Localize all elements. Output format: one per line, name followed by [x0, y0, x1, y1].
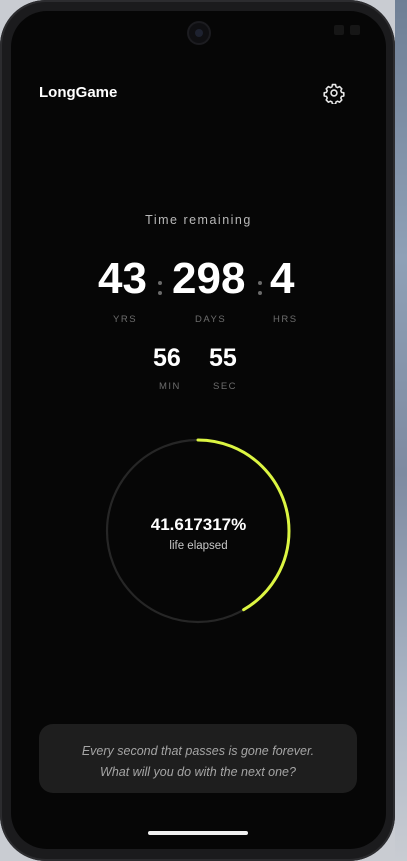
colon-separator — [258, 281, 262, 299]
status-icons — [334, 25, 360, 35]
seconds-value: 55 — [209, 344, 237, 372]
life-elapsed-percent: 41.617317% — [150, 515, 247, 534]
quote-line-2: What will you do with the next one? — [100, 765, 296, 779]
gear-icon — [323, 83, 345, 105]
years-value: 43 — [98, 254, 147, 303]
days-value: 298 — [172, 254, 246, 303]
life-elapsed-label: life elapsed — [169, 540, 228, 552]
seconds-unit: SEC — [213, 381, 238, 392]
app-title: LongGame — [39, 84, 118, 101]
hours-unit: HRS — [273, 314, 298, 325]
hours-value: 4 — [270, 254, 295, 303]
phone-frame: LongGame Time remaining 43 298 4 YRS DAY… — [0, 0, 395, 861]
desktop-background — [395, 0, 407, 861]
home-indicator[interactable] — [148, 831, 248, 835]
days-unit: DAYS — [195, 314, 227, 325]
countdown-main-row: 43 298 4 YRS DAYS HRS — [11, 254, 386, 326]
time-remaining-label: Time remaining — [145, 213, 252, 227]
app-screen: LongGame Time remaining 43 298 4 YRS DAY… — [11, 11, 386, 849]
front-camera — [188, 23, 209, 43]
minutes-unit: MIN — [159, 381, 181, 392]
years-unit: YRS — [113, 314, 138, 325]
battery-icon — [350, 25, 360, 35]
quote-card: Every second that passes is gone forever… — [39, 724, 357, 793]
minutes-value: 56 — [153, 344, 181, 372]
colon-separator — [158, 281, 162, 299]
quote-line-1: Every second that passes is gone forever… — [81, 744, 315, 758]
life-progress-ring — [101, 436, 301, 636]
settings-button[interactable] — [323, 82, 345, 105]
wifi-icon — [334, 25, 344, 35]
